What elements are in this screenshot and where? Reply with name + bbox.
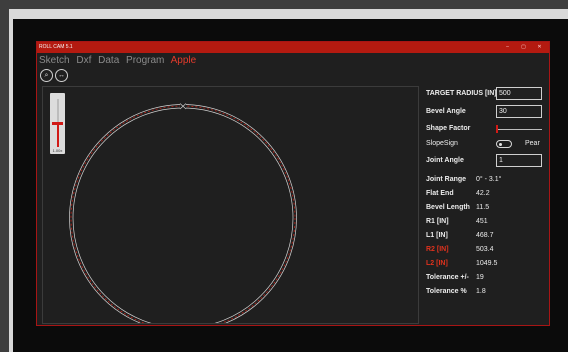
slope-sign-toggle[interactable] xyxy=(496,140,512,148)
result-label: Flat End xyxy=(426,190,454,197)
result-label: L2 [IN] xyxy=(426,260,448,267)
result-label: R2 [IN] xyxy=(426,246,449,253)
window-title: ROLL CAM 5.1 xyxy=(39,44,73,50)
target-radius-label: TARGET RADIUS [IN] xyxy=(426,90,497,97)
fit-width-icon: ↔ xyxy=(58,72,65,79)
close-button[interactable]: ✕ xyxy=(534,42,545,53)
maximize-button[interactable]: ▢ xyxy=(518,42,529,53)
target-radius-input[interactable]: 500 xyxy=(496,87,542,100)
shape-factor-thumb[interactable] xyxy=(496,125,498,133)
menu-dxf[interactable]: Dxf xyxy=(76,55,91,66)
ring-inner-edge xyxy=(72,107,294,323)
slope-sign-toggle-label: Pear xyxy=(525,140,540,147)
result-row: Joint Range 0° - 3.1° xyxy=(426,174,547,186)
result-label: Tolerance % xyxy=(426,288,467,295)
result-value: 1049.5 xyxy=(476,260,498,267)
menu-apple[interactable]: Apple xyxy=(171,55,197,66)
bevel-angle-label: Bevel Angle xyxy=(426,108,466,115)
titlebar: ROLL CAM 5.1 – ▢ ✕ xyxy=(37,42,549,53)
result-row: L1 [IN] 468.7 xyxy=(426,230,547,242)
ring-drawing xyxy=(69,102,297,323)
result-value: 19 xyxy=(476,274,484,281)
properties-panel: TARGET RADIUS [IN] 500 Bevel Angle 30 Sh… xyxy=(424,86,547,324)
toggle-knob xyxy=(499,142,502,146)
result-value: 451 xyxy=(476,218,488,225)
menu-bar: Sketch Dxf Data Program Apple xyxy=(39,54,200,68)
result-row: R2 [IN] 503.4 xyxy=(426,244,547,256)
joint-angle-label: Joint Angle xyxy=(426,157,464,164)
slope-sign-label: SlopeSign xyxy=(426,140,458,147)
search-icon: ⌕ xyxy=(44,72,49,79)
ring-center-path xyxy=(70,105,296,323)
joint-angle-input[interactable]: 1 xyxy=(496,154,542,167)
ring-outer-edge xyxy=(69,104,297,323)
result-row: Tolerance % 1.8 xyxy=(426,286,547,298)
search-button[interactable]: ⌕ xyxy=(40,69,53,82)
result-row: Tolerance +/- 19 xyxy=(426,272,547,284)
result-row: Flat End 42.2 xyxy=(426,188,547,200)
result-label: Joint Range xyxy=(426,176,467,183)
menu-sketch[interactable]: Sketch xyxy=(39,55,70,66)
menu-program[interactable]: Program xyxy=(126,55,164,66)
result-row: Bevel Length 11.5 xyxy=(426,202,547,214)
minimize-button[interactable]: – xyxy=(502,42,513,53)
shape-factor-slider[interactable] xyxy=(496,125,542,133)
menu-data[interactable]: Data xyxy=(98,55,119,66)
result-label: R1 [IN] xyxy=(426,218,449,225)
shape-factor-track xyxy=(496,128,542,130)
result-row: R1 [IN] 451 xyxy=(426,216,547,228)
drawing-canvas[interactable]: 1.00x xyxy=(42,86,419,324)
result-value: 11.5 xyxy=(476,204,490,211)
result-label: Tolerance +/- xyxy=(426,274,469,281)
app-window: ROLL CAM 5.1 – ▢ ✕ Sketch Dxf Data Progr… xyxy=(36,41,550,326)
result-label: L1 [IN] xyxy=(426,232,448,239)
result-value: 468.7 xyxy=(476,232,494,239)
bevel-angle-input[interactable]: 30 xyxy=(496,105,542,118)
result-value: 0° - 3.1° xyxy=(476,176,502,183)
shape-factor-label: Shape Factor xyxy=(426,125,471,132)
result-value: 42.2 xyxy=(476,190,490,197)
fit-button[interactable]: ↔ xyxy=(55,69,68,82)
result-value: 503.4 xyxy=(476,246,494,253)
result-row: L2 [IN] 1049.5 xyxy=(426,258,547,270)
result-label: Bevel Length xyxy=(426,204,470,211)
result-value: 1.8 xyxy=(476,288,486,295)
